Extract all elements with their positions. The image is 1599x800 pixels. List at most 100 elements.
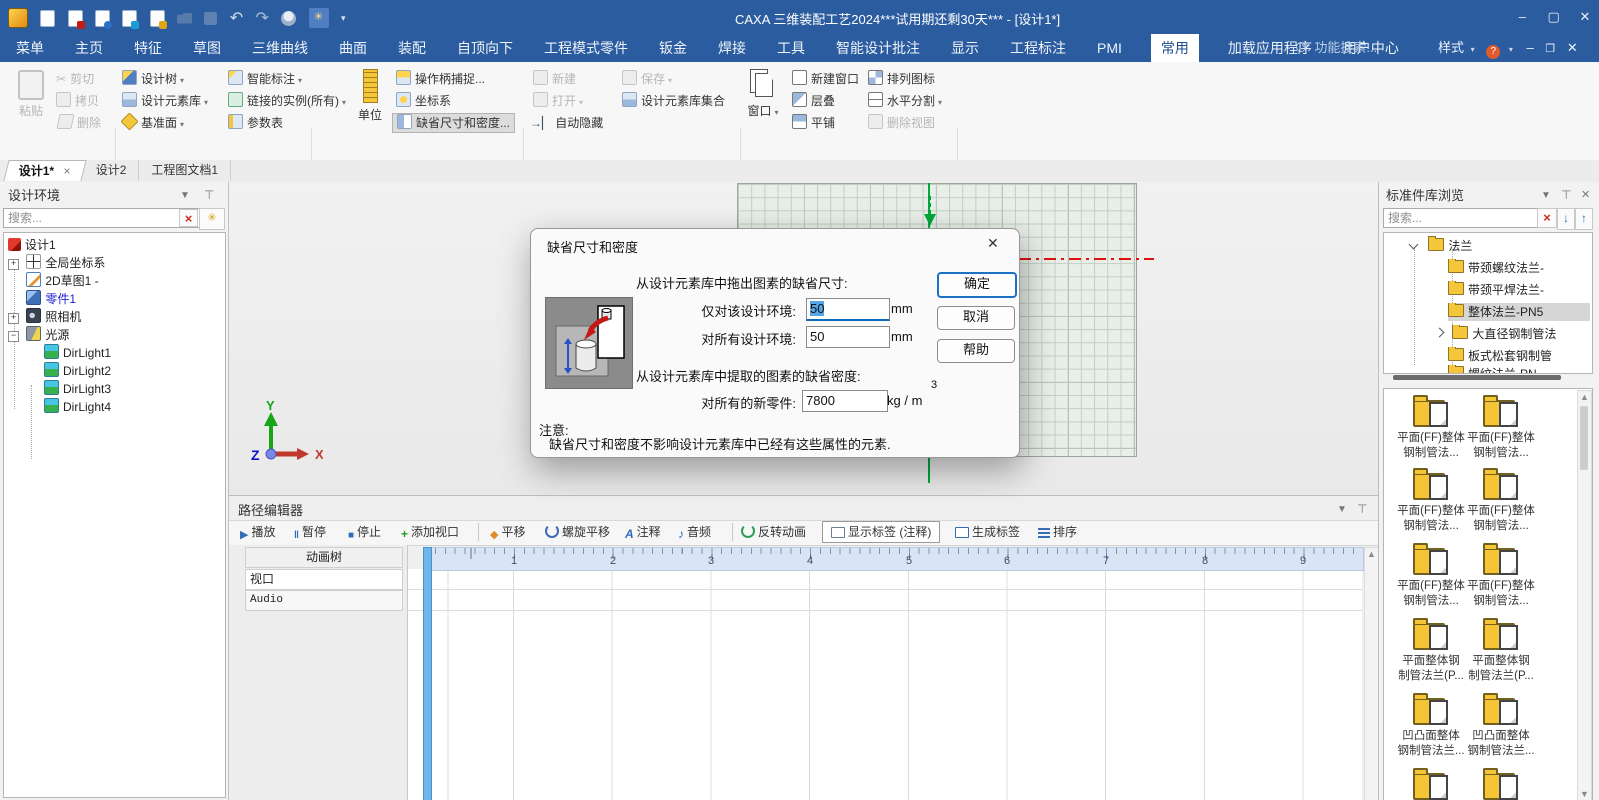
default-size-density-button[interactable]: 缺省尺寸和密度... — [392, 113, 515, 133]
tree-item-dirlight1[interactable]: DirLight1 — [40, 344, 111, 362]
library-item-label[interactable]: 平面(FF)整体 — [1396, 577, 1466, 593]
library-item-label[interactable]: 钢制管法... — [1396, 444, 1466, 460]
doc-tab-design2[interactable]: 设计2 — [84, 160, 140, 181]
redo-icon[interactable]: ↷ — [256, 8, 269, 28]
help-icon[interactable]: ? — [1486, 45, 1500, 59]
generate-labels-button[interactable]: 生成标签 — [955, 522, 1020, 542]
library-item-icon[interactable] — [1412, 543, 1450, 575]
chevron-right-icon[interactable] — [1436, 328, 1444, 338]
library-node-weld-neck-flange[interactable]: 带颈平焊法兰- — [1448, 281, 1590, 299]
library-node-flange[interactable]: 法兰 — [1410, 237, 1472, 255]
timeline-scrollbar[interactable]: ▲ — [1364, 547, 1379, 800]
expand-plus-icon[interactable]: + — [8, 313, 19, 324]
animation-row-viewport[interactable]: 视口 — [245, 569, 403, 590]
reverse-animation-button[interactable]: 反转动画 — [741, 522, 806, 542]
maximize-button[interactable]: ▢ — [1540, 0, 1568, 34]
pause-button[interactable]: ‖暂停 — [294, 522, 326, 546]
tree-item-sketch[interactable]: + 2D草图1 - — [8, 272, 99, 290]
library-item-label[interactable]: 钢制管法... — [1466, 444, 1536, 460]
tree-item-global-coords[interactable]: + 全局坐标系 — [8, 254, 105, 272]
menu-tab-tezheng[interactable]: 特征 — [132, 34, 164, 62]
menu-tab-gongju[interactable]: 工具 — [775, 34, 807, 62]
help-button[interactable]: 帮助 — [937, 339, 1015, 363]
pan-button[interactable]: ◆平移 — [490, 522, 525, 545]
library-item-icon[interactable] — [1482, 468, 1520, 500]
library-grid-scrollbar[interactable]: ▲ ▼ — [1577, 390, 1592, 800]
tree-filter-button[interactable]: ✳ — [199, 208, 225, 230]
library-item-icon[interactable] — [1412, 618, 1450, 650]
search-up-icon[interactable]: ↑ — [1575, 208, 1593, 230]
audio-button[interactable]: ♪音频 — [678, 522, 711, 544]
add-viewport-button[interactable]: +添加视口 — [401, 522, 459, 544]
design-tree-toggle-icon[interactable]: ✳ — [309, 8, 329, 28]
menu-tab-zidingxiangxia[interactable]: 自顶向下 — [455, 34, 515, 62]
library-item-label[interactable]: 平面整体钢 — [1396, 652, 1466, 668]
menu-tab-changyong-active[interactable]: 常用 — [1151, 34, 1199, 62]
tree-item-lights[interactable]: − 光源 — [8, 326, 69, 344]
coordinate-system-button[interactable]: 坐标系 — [396, 92, 451, 110]
import-file-icon[interactable] — [122, 10, 137, 27]
library-item-label[interactable]: 钢制管法... — [1466, 517, 1536, 533]
ok-button[interactable]: 确定 — [937, 272, 1017, 298]
style-dropdown[interactable]: 样式 ▾ — [1438, 40, 1475, 55]
library-node-plate-loose-flange[interactable]: 板式松套钢制管 — [1448, 347, 1590, 365]
export-file-icon[interactable] — [150, 10, 165, 27]
menu-tab-gongchengbiaozhu[interactable]: 工程标注 — [1008, 34, 1068, 62]
menu-tab-caidan[interactable]: 菜单 — [14, 34, 46, 62]
scroll-up-icon[interactable]: ▲ — [1365, 548, 1378, 560]
doc-close-icon[interactable]: ✕ — [1567, 40, 1578, 55]
scrollbar-thumb[interactable] — [1580, 406, 1588, 470]
app-logo-icon[interactable] — [8, 8, 28, 28]
library-tree-hscroll[interactable] — [1393, 375, 1561, 380]
library-item-icon[interactable] — [1412, 395, 1450, 427]
library-item-label[interactable]: 平面整体钢 — [1466, 652, 1536, 668]
library-collection-button[interactable]: 设计元素库集合 — [622, 92, 725, 110]
search-down-icon[interactable]: ↓ — [1557, 208, 1575, 230]
doc-tab-design1[interactable]: 设计1* × — [3, 160, 86, 181]
timeline-body[interactable] — [408, 569, 1362, 800]
sort-button[interactable]: 排序 — [1038, 522, 1077, 542]
library-item-label[interactable]: 钢制管法... — [1466, 592, 1536, 608]
preview-file-icon[interactable] — [95, 10, 110, 27]
library-item-label[interactable]: 钢制管法兰... — [1466, 742, 1536, 758]
menu-tab-banjin[interactable]: 钣金 — [657, 34, 689, 62]
annotation-button[interactable]: A注释 — [625, 522, 661, 544]
library-item-partial-icon[interactable] — [1412, 768, 1450, 800]
doc-tab-drawing-doc1[interactable]: 工程图文档1 — [139, 160, 231, 181]
expand-plus-icon[interactable]: + — [8, 259, 19, 270]
menu-tab-zhuangpei[interactable]: 装配 — [396, 34, 428, 62]
tree-item-dirlight4[interactable]: DirLight4 — [40, 398, 111, 416]
library-item-icon[interactable] — [1482, 543, 1520, 575]
menu-tab-qumian[interactable]: 曲面 — [337, 34, 369, 62]
path-editor-pin-icon[interactable]: ⊤ — [1357, 502, 1367, 516]
parameter-table-button[interactable]: 参数表 — [228, 114, 283, 132]
doc-minimize-icon[interactable]: – — [1527, 40, 1534, 55]
tree-item-design1[interactable]: 设计1 — [8, 236, 56, 254]
library-item-label[interactable]: 钢制管法... — [1396, 517, 1466, 533]
left-panel-dropdown-icon[interactable]: ▼ — [180, 190, 190, 201]
library-item-label[interactable]: 平面(FF)整体 — [1466, 502, 1536, 518]
library-item-label[interactable]: 平面(FF)整体 — [1396, 429, 1466, 445]
library-item-label[interactable]: 制管法兰(P... — [1466, 667, 1536, 683]
library-item-label[interactable]: 钢制管法... — [1396, 592, 1466, 608]
left-search-clear-icon[interactable]: × — [179, 209, 198, 227]
animation-row-audio[interactable]: Audio — [245, 590, 403, 611]
library-item-label[interactable]: 凹凸面整体 — [1466, 727, 1536, 743]
library-item-label[interactable]: 制管法兰(P... — [1396, 667, 1466, 683]
scroll-up-icon[interactable]: ▲ — [1578, 391, 1591, 403]
right-panel-dropdown-icon[interactable]: ▼ — [1541, 190, 1551, 201]
cancel-button[interactable]: 取消 — [937, 306, 1015, 330]
close-button[interactable]: ✕ — [1571, 0, 1599, 34]
library-item-icon[interactable] — [1412, 693, 1450, 725]
cascade-button[interactable]: 层叠 — [792, 92, 835, 110]
menu-tab-xianshi[interactable]: 显示 — [949, 34, 981, 62]
left-search-input[interactable]: 搜索... × — [3, 208, 201, 228]
right-panel-close-icon[interactable]: ✕ — [1581, 188, 1590, 201]
window-big-button[interactable]: 窗口▾ — [742, 68, 784, 119]
linked-instances-button[interactable]: 链接的实例(所有)▾ — [228, 92, 346, 110]
play-button[interactable]: ▶播放 — [240, 522, 275, 545]
timeline-ruler[interactable]: 1 2 3 4 5 6 7 8 9 — [430, 547, 1364, 571]
library-node-large-diameter-flange[interactable]: 大直径钢制管法 — [1436, 325, 1590, 343]
tree-item-dirlight2[interactable]: DirLight2 — [40, 362, 111, 380]
avatar-icon[interactable] — [281, 11, 296, 26]
